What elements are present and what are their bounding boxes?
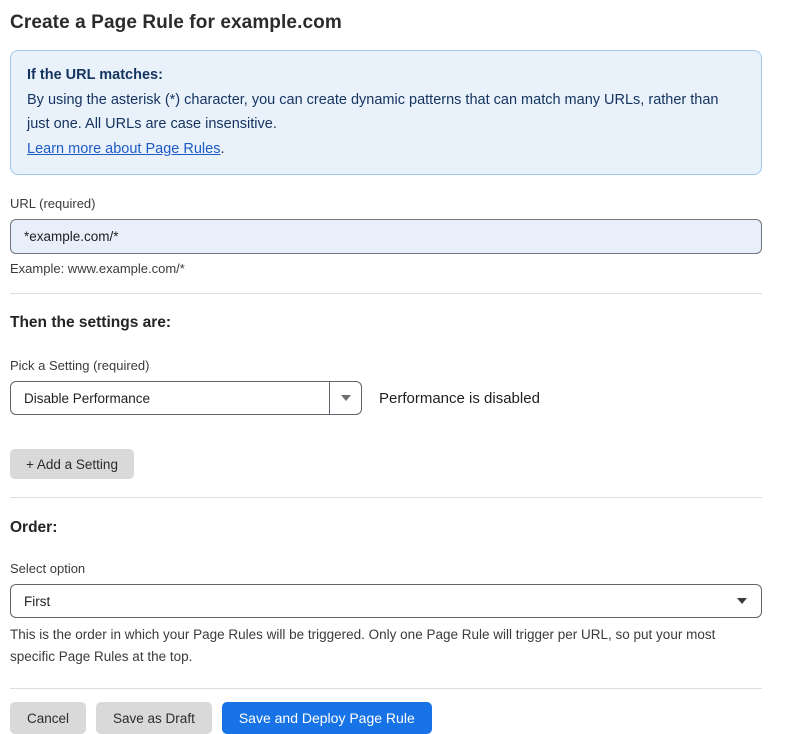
url-matches-info-banner: If the URL matches: By using the asteris… xyxy=(10,50,762,175)
create-page-rule-form: Create a Page Rule for example.com If th… xyxy=(10,0,762,734)
order-section: Order: Select option First This is the o… xyxy=(10,498,762,668)
chevron-down-icon xyxy=(737,598,747,604)
save-and-deploy-button[interactable]: Save and Deploy Page Rule xyxy=(222,702,432,734)
learn-more-link[interactable]: Learn more about Page Rules xyxy=(27,141,220,157)
info-banner-heading: If the URL matches: xyxy=(27,63,745,88)
info-banner-body: By using the asterisk (*) character, you… xyxy=(27,88,745,137)
info-banner-link-line: Learn more about Page Rules. xyxy=(27,137,745,162)
footer-action-bar: Cancel Save as Draft Save and Deploy Pag… xyxy=(10,702,762,734)
setting-dropdown[interactable]: Disable Performance xyxy=(10,381,362,415)
settings-section: Then the settings are: Pick a Setting (r… xyxy=(10,294,762,479)
setting-dropdown-value: Disable Performance xyxy=(11,382,329,414)
order-dropdown[interactable]: First xyxy=(10,584,762,618)
order-dropdown-value: First xyxy=(24,594,50,609)
setting-dropdown-arrow-button[interactable] xyxy=(329,382,361,414)
setting-row: Disable Performance Performance is disab… xyxy=(10,381,762,415)
url-field-label: URL (required) xyxy=(10,196,762,211)
cancel-button[interactable]: Cancel xyxy=(10,702,86,734)
chevron-down-icon xyxy=(341,395,351,401)
link-period: . xyxy=(220,141,224,157)
pick-setting-label: Pick a Setting (required) xyxy=(10,358,762,373)
url-input[interactable] xyxy=(10,219,762,254)
order-helper-text: This is the order in which your Page Rul… xyxy=(10,624,762,668)
divider xyxy=(10,688,762,689)
setting-status-text: Performance is disabled xyxy=(379,390,540,407)
url-example-helper: Example: www.example.com/* xyxy=(10,261,762,276)
add-setting-button[interactable]: + Add a Setting xyxy=(10,449,134,479)
save-as-draft-button[interactable]: Save as Draft xyxy=(96,702,212,734)
page-title: Create a Page Rule for example.com xyxy=(10,12,762,34)
select-option-label: Select option xyxy=(10,561,762,576)
order-section-heading: Order: xyxy=(10,519,762,537)
settings-section-heading: Then the settings are: xyxy=(10,314,762,332)
